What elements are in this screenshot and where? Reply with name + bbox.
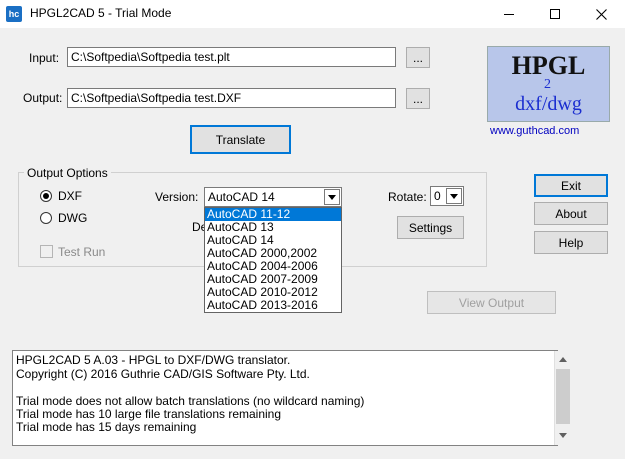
log-line: Trial mode has 10 large file translation…: [16, 407, 282, 421]
translate-button[interactable]: Translate: [190, 125, 291, 154]
log-line: Copyright (C) 2016 Guthrie CAD/GIS Softw…: [16, 367, 310, 381]
logo-two-text: 2: [544, 77, 551, 92]
version-dropdown-list[interactable]: AutoCAD 11-12 AutoCAD 13 AutoCAD 14 Auto…: [204, 207, 342, 313]
version-label: Version:: [155, 190, 199, 204]
version-option[interactable]: AutoCAD 2013-2016: [205, 299, 341, 312]
maximize-icon: [550, 9, 560, 19]
website-link[interactable]: www.guthcad.com: [490, 125, 579, 137]
window-title: HPGL2CAD 5 - Trial Mode: [30, 6, 172, 20]
chevron-down-icon: [328, 194, 336, 200]
scroll-up-arrow[interactable]: [559, 357, 567, 362]
logo-dxf-text: dxf/dwg: [515, 93, 582, 115]
minimize-icon: [504, 13, 514, 15]
dwg-radio-label[interactable]: DWG: [58, 211, 87, 225]
about-button[interactable]: About: [534, 202, 608, 225]
rotate-combobox[interactable]: 0: [430, 186, 464, 206]
close-icon: [595, 8, 607, 20]
version-dropdown-button[interactable]: [324, 189, 340, 205]
log-line: Trial mode has 15 days remaining: [16, 420, 197, 434]
help-button[interactable]: Help: [534, 231, 608, 254]
log-line: HPGL2CAD 5 A.03 - HPGL to DXF/DWG transl…: [16, 353, 291, 367]
log-line: Trial mode does not allow batch translat…: [16, 394, 365, 408]
rotate-dropdown-button[interactable]: [446, 188, 462, 204]
chevron-down-icon: [450, 193, 458, 199]
app-icon: hc: [6, 6, 22, 22]
output-path-field[interactable]: C:\Softpedia\Softpedia test.DXF: [67, 88, 396, 108]
output-options-title: Output Options: [24, 166, 111, 180]
input-path-field[interactable]: C:\Softpedia\Softpedia test.plt: [67, 47, 396, 67]
close-button[interactable]: [578, 0, 624, 28]
scroll-down-arrow[interactable]: [559, 433, 567, 438]
radio-selected-dot: [43, 193, 49, 199]
dxf-radio-label[interactable]: DXF: [58, 189, 82, 203]
settings-button[interactable]: Settings: [397, 216, 464, 239]
rotate-selected-value: 0: [434, 189, 441, 203]
version-selected-value: AutoCAD 14: [208, 190, 275, 204]
scrollbar-thumb[interactable]: [556, 369, 570, 424]
maximize-button[interactable]: [532, 0, 578, 28]
test-run-checkbox[interactable]: [40, 245, 53, 258]
input-label: Input:: [29, 51, 60, 65]
log-output-area[interactable]: HPGL2CAD 5 A.03 - HPGL to DXF/DWG transl…: [12, 350, 570, 446]
view-output-button[interactable]: View Output: [427, 291, 556, 314]
dxf-radio[interactable]: [40, 190, 52, 202]
output-label: Output:: [23, 91, 63, 105]
version-combobox[interactable]: AutoCAD 14: [204, 187, 342, 207]
hpgl-logo: HPGL 2 dxf/dwg: [487, 46, 610, 122]
minimize-button[interactable]: [486, 0, 532, 28]
rotate-label: Rotate:: [388, 190, 427, 204]
dwg-radio[interactable]: [40, 212, 52, 224]
arrow-up-icon: [559, 357, 567, 362]
browse-input-button[interactable]: ...: [406, 47, 430, 68]
arrow-down-icon: [559, 433, 567, 438]
log-scrollbar[interactable]: [554, 351, 570, 445]
exit-button[interactable]: Exit: [534, 174, 608, 197]
browse-output-button[interactable]: ...: [406, 88, 430, 109]
test-run-label: Test Run: [58, 245, 106, 259]
